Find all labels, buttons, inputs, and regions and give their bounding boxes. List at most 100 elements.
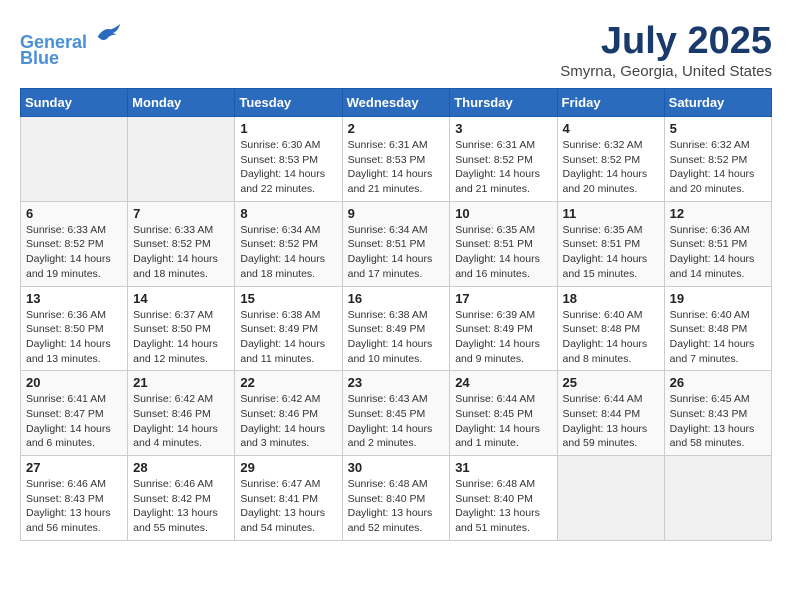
logo: General Blue [20,20,122,69]
day-number: 25 [563,375,659,390]
day-number: 31 [455,460,551,475]
day-number: 16 [348,291,445,306]
calendar-cell: 11Sunrise: 6:35 AMSunset: 8:51 PMDayligh… [557,201,664,286]
calendar-cell: 4 Sunrise: 6:32 AMSunset: 8:52 PMDaylight… [557,117,664,202]
day-number: 11 [563,206,659,221]
day-number: 27 [26,460,122,475]
col-header-tuesday: Tuesday [235,89,342,117]
day-number: 28 [133,460,229,475]
calendar-cell: 3Sunrise: 6:31 AMSunset: 8:52 PMDaylight… [450,117,557,202]
day-number: 6 [26,206,122,221]
day-detail: Sunrise: 6:32 AMSunset: 8:52 PMDaylight:… [563,138,659,197]
day-number: 23 [348,375,445,390]
calendar-cell: 21 Sunrise: 6:42 AMSunset: 8:46 PMDayligh… [128,371,235,456]
calendar-cell: 30 Sunrise: 6:48 AMSunset: 8:40 PMDayligh… [342,456,450,541]
day-detail: Sunrise: 6:36 AMSunset: 8:50 PMDaylight:… [26,308,122,367]
day-detail: Sunrise: 6:30 AMSunset: 8:53 PMDaylight:… [240,138,336,197]
day-detail: Sunrise: 6:48 AMSunset: 8:40 PMDaylight:… [455,477,551,536]
week-row-2: 6 Sunrise: 6:33 AMSunset: 8:52 PMDaylight… [21,201,772,286]
location: Smyrna, Georgia, United States [560,63,772,80]
day-detail: Sunrise: 6:32 AMSunset: 8:52 PMDaylight:… [670,138,766,197]
col-header-saturday: Saturday [664,89,771,117]
day-detail: Sunrise: 6:45 AMSunset: 8:43 PMDaylight:… [670,392,766,451]
day-detail: Sunrise: 6:46 AMSunset: 8:42 PMDaylight:… [133,477,229,536]
calendar-cell: 6 Sunrise: 6:33 AMSunset: 8:52 PMDaylight… [21,201,128,286]
calendar-cell: 20 Sunrise: 6:41 AMSunset: 8:47 PMDayligh… [21,371,128,456]
day-number: 8 [240,206,336,221]
day-number: 15 [240,291,336,306]
calendar-cell [557,456,664,541]
day-detail: Sunrise: 6:37 AMSunset: 8:50 PMDaylight:… [133,308,229,367]
day-number: 19 [670,291,766,306]
calendar-cell: 10 Sunrise: 6:35 AMSunset: 8:51 PMDayligh… [450,201,557,286]
day-number: 2 [348,121,445,136]
col-header-wednesday: Wednesday [342,89,450,117]
day-detail: Sunrise: 6:34 AMSunset: 8:51 PMDaylight:… [348,223,445,282]
day-number: 9 [348,206,445,221]
day-number: 10 [455,206,551,221]
day-number: 4 [563,121,659,136]
calendar-cell: 12 Sunrise: 6:36 AMSunset: 8:51 PMDayligh… [664,201,771,286]
title-block: July 2025 Smyrna, Georgia, United States [560,20,772,80]
month-title: July 2025 [560,20,772,63]
calendar-cell: 27 Sunrise: 6:46 AMSunset: 8:43 PMDayligh… [21,456,128,541]
day-number: 24 [455,375,551,390]
col-header-thursday: Thursday [450,89,557,117]
calendar-cell [664,456,771,541]
week-row-3: 13 Sunrise: 6:36 AMSunset: 8:50 PMDayligh… [21,286,772,371]
day-number: 3 [455,121,551,136]
calendar-cell: 18 Sunrise: 6:40 AMSunset: 8:48 PMDayligh… [557,286,664,371]
day-detail: Sunrise: 6:44 AMSunset: 8:44 PMDaylight:… [563,392,659,451]
day-detail: Sunrise: 6:36 AMSunset: 8:51 PMDaylight:… [670,223,766,282]
day-detail: Sunrise: 6:40 AMSunset: 8:48 PMDaylight:… [563,308,659,367]
day-detail: Sunrise: 6:39 AMSunset: 8:49 PMDaylight:… [455,308,551,367]
day-number: 7 [133,206,229,221]
day-detail: Sunrise: 6:41 AMSunset: 8:47 PMDaylight:… [26,392,122,451]
calendar-cell [128,117,235,202]
calendar-cell: 17 Sunrise: 6:39 AMSunset: 8:49 PMDayligh… [450,286,557,371]
day-number: 26 [670,375,766,390]
calendar-cell: 8Sunrise: 6:34 AMSunset: 8:52 PMDaylight… [235,201,342,286]
calendar-cell: 2Sunrise: 6:31 AMSunset: 8:53 PMDaylight… [342,117,450,202]
day-number: 17 [455,291,551,306]
col-header-monday: Monday [128,89,235,117]
day-number: 12 [670,206,766,221]
day-detail: Sunrise: 6:33 AMSunset: 8:52 PMDaylight:… [133,223,229,282]
day-number: 30 [348,460,445,475]
calendar-cell: 26 Sunrise: 6:45 AMSunset: 8:43 PMDayligh… [664,371,771,456]
calendar-cell: 19 Sunrise: 6:40 AMSunset: 8:48 PMDayligh… [664,286,771,371]
day-detail: Sunrise: 6:46 AMSunset: 8:43 PMDaylight:… [26,477,122,536]
calendar-cell: 28 Sunrise: 6:46 AMSunset: 8:42 PMDayligh… [128,456,235,541]
calendar-cell: 16Sunrise: 6:38 AMSunset: 8:49 PMDayligh… [342,286,450,371]
day-number: 18 [563,291,659,306]
day-detail: Sunrise: 6:42 AMSunset: 8:46 PMDaylight:… [133,392,229,451]
day-number: 21 [133,375,229,390]
logo-bird-icon [94,20,122,48]
col-header-friday: Friday [557,89,664,117]
calendar-cell: 22 Sunrise: 6:42 AMSunset: 8:46 PMDayligh… [235,371,342,456]
day-detail: Sunrise: 6:48 AMSunset: 8:40 PMDaylight:… [348,477,445,536]
calendar-cell: 7 Sunrise: 6:33 AMSunset: 8:52 PMDaylight… [128,201,235,286]
day-number: 20 [26,375,122,390]
day-number: 5 [670,121,766,136]
calendar-cell: 31 Sunrise: 6:48 AMSunset: 8:40 PMDayligh… [450,456,557,541]
page-header: General Blue July 2025 Smyrna, Georgia, … [20,20,772,80]
day-detail: Sunrise: 6:33 AMSunset: 8:52 PMDaylight:… [26,223,122,282]
week-row-5: 27 Sunrise: 6:46 AMSunset: 8:43 PMDayligh… [21,456,772,541]
day-detail: Sunrise: 6:38 AMSunset: 8:49 PMDaylight:… [240,308,336,367]
calendar-table: SundayMondayTuesdayWednesdayThursdayFrid… [20,88,772,541]
calendar-cell: 1Sunrise: 6:30 AMSunset: 8:53 PMDaylight… [235,117,342,202]
day-detail: Sunrise: 6:44 AMSunset: 8:45 PMDaylight:… [455,392,551,451]
day-number: 13 [26,291,122,306]
day-detail: Sunrise: 6:40 AMSunset: 8:48 PMDaylight:… [670,308,766,367]
calendar-cell: 23 Sunrise: 6:43 AMSunset: 8:45 PMDayligh… [342,371,450,456]
calendar-cell: 15 Sunrise: 6:38 AMSunset: 8:49 PMDayligh… [235,286,342,371]
day-detail: Sunrise: 6:42 AMSunset: 8:46 PMDaylight:… [240,392,336,451]
day-detail: Sunrise: 6:35 AMSunset: 8:51 PMDaylight:… [455,223,551,282]
day-number: 22 [240,375,336,390]
calendar-cell [21,117,128,202]
day-detail: Sunrise: 6:47 AMSunset: 8:41 PMDaylight:… [240,477,336,536]
calendar-cell: 14Sunrise: 6:37 AMSunset: 8:50 PMDayligh… [128,286,235,371]
day-detail: Sunrise: 6:43 AMSunset: 8:45 PMDaylight:… [348,392,445,451]
calendar-cell: 29Sunrise: 6:47 AMSunset: 8:41 PMDayligh… [235,456,342,541]
